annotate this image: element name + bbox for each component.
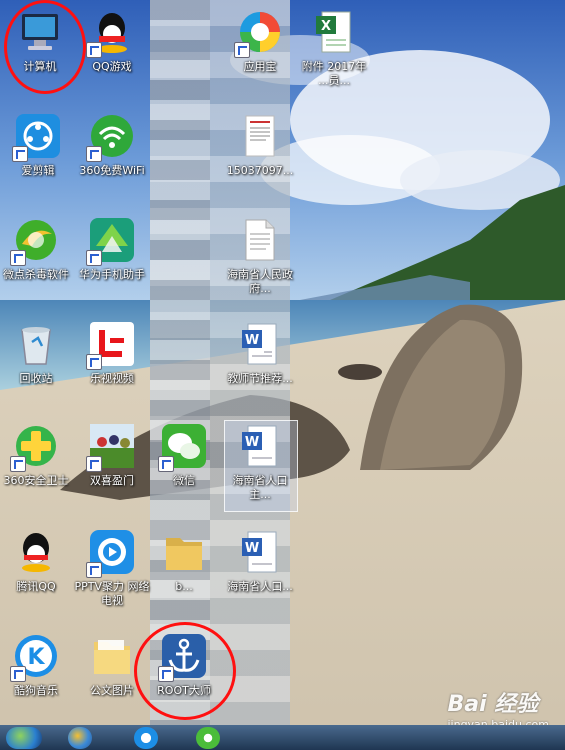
desktop-icon-document[interactable]: 15037097... — [222, 112, 298, 178]
desktop-icon-pptv[interactable]: PPTV聚力 网络电视 — [74, 528, 150, 608]
desktop-icon-label: 酷狗音乐 — [14, 684, 58, 697]
desktop-icon-label: 回收站 — [19, 372, 53, 385]
desktop-icon-antivirus[interactable]: 微点杀毒软件 — [0, 216, 74, 282]
game-icon — [86, 422, 136, 472]
qq-game-icon — [86, 8, 136, 58]
desktop-icon-word-file-3[interactable]: W 海南省人口... — [222, 528, 298, 594]
svg-text:X: X — [321, 19, 331, 34]
desktop-icon-label: 微信 — [173, 474, 195, 487]
word-file-icon: W — [236, 320, 284, 368]
shortcut-arrow-icon — [10, 456, 26, 472]
desktop-icon-excel-file[interactable]: X 附件 2017年 ...员... — [296, 8, 372, 88]
desktop-icon-label: 华为手机助手 — [79, 268, 145, 281]
app-store-icon — [234, 8, 284, 58]
desktop-icon-label: 教师节推荐... — [227, 372, 293, 385]
text-file-icon — [236, 216, 284, 264]
shortcut-arrow-icon — [86, 146, 102, 162]
desktop-icon-app-store[interactable]: 应用宝 — [222, 8, 298, 74]
desktop-icon-wechat[interactable]: 微信 — [146, 422, 222, 488]
security-guard-icon — [10, 422, 60, 472]
shortcut-arrow-icon — [10, 666, 26, 682]
desktop-icon-label: QQ游戏 — [92, 60, 132, 73]
phone-assistant-icon — [86, 216, 136, 266]
svg-text:W: W — [245, 435, 259, 450]
svg-text:K: K — [27, 645, 45, 670]
desktop-icon-label: 海南省人民政府... — [227, 268, 293, 295]
svg-text:W: W — [245, 333, 259, 348]
antivirus-icon — [10, 216, 60, 266]
desktop-icon-label: 腾讯QQ — [16, 580, 56, 593]
shortcut-arrow-icon — [86, 456, 102, 472]
desktop-icon-label: 应用宝 — [243, 60, 277, 73]
shortcut-arrow-icon — [86, 354, 102, 370]
desktop-icon-word-file-1[interactable]: W 教师节推荐... — [222, 320, 298, 386]
shortcut-arrow-icon — [86, 250, 102, 266]
recycle-bin-icon — [12, 320, 60, 368]
video-editor-icon — [12, 112, 62, 162]
taskbar-browser-icon[interactable] — [68, 727, 92, 749]
wechat-icon — [158, 422, 208, 472]
desktop-icon-folder[interactable]: b... — [146, 528, 222, 594]
excel-file-icon: X — [310, 8, 358, 56]
desktop-icon-phone-assistant[interactable]: 华为手机助手 — [74, 216, 150, 282]
pptv-icon — [86, 528, 136, 578]
desktop-icon-label: 爱剪辑 — [21, 164, 55, 177]
desktop-icon-wifi[interactable]: 360免费WiFi — [74, 112, 150, 178]
wifi-icon — [86, 112, 136, 162]
desktop-icon-word-file-2[interactable]: W 海南省人口主... — [222, 422, 298, 502]
annotation-circle-computer — [4, 0, 86, 94]
desktop-icon-label: 附件 2017年 ...员... — [301, 60, 367, 87]
desktop-icon-letv[interactable]: 乐视视频 — [74, 320, 150, 386]
mosaic-blur-region-2 — [150, 0, 210, 725]
desktop-icon-kugou[interactable]: K 酷狗音乐 — [0, 632, 74, 698]
watermark-logo: Bai 经验 — [447, 692, 539, 717]
desktop-icon-label: b... — [175, 580, 193, 593]
shortcut-arrow-icon — [12, 146, 28, 162]
word-file-icon: W — [236, 528, 284, 576]
taskbar-app-icon[interactable] — [196, 727, 220, 749]
desktop-icon-text-file[interactable]: 海南省人民政府... — [222, 216, 298, 296]
desktop-icon-label: 360安全卫士 — [3, 474, 69, 487]
word-file-icon: W — [236, 422, 284, 470]
desktop-icon-label: 360免费WiFi — [79, 164, 145, 177]
shortcut-arrow-icon — [86, 42, 102, 58]
tencent-qq-icon — [12, 528, 60, 576]
annotation-circle-root-master — [134, 622, 236, 720]
desktop-icon-tencent-qq[interactable]: 腾讯QQ — [0, 528, 74, 594]
desktop-icon-label: 乐视视频 — [90, 372, 134, 385]
desktop-icon-security-guard[interactable]: 360安全卫士 — [0, 422, 74, 488]
letv-icon — [86, 320, 136, 370]
folder-icon — [160, 528, 208, 576]
shortcut-arrow-icon — [234, 42, 250, 58]
desktop: 计算机 爱剪辑 微点杀毒软件 回收站 360安全卫士 腾讯QQ K 酷狗音乐 Q… — [0, 0, 565, 725]
desktop-icon-label: 微点杀毒软件 — [3, 268, 69, 281]
shortcut-arrow-icon — [10, 250, 26, 266]
desktop-icon-label: 双喜盈门 — [90, 474, 134, 487]
desktop-icon-label: PPTV聚力 网络电视 — [74, 580, 150, 607]
shortcut-arrow-icon — [86, 562, 102, 578]
shortcut-arrow-icon — [158, 456, 174, 472]
start-button[interactable] — [6, 727, 42, 749]
kugou-icon: K — [10, 632, 60, 682]
desktop-icon-label: 海南省人口主... — [232, 474, 288, 501]
desktop-icon-video-editor[interactable]: 爱剪辑 — [0, 112, 76, 178]
svg-text:W: W — [245, 541, 259, 556]
desktop-icon-label: 15037097... — [226, 164, 294, 177]
desktop-icon-recycle-bin[interactable]: 回收站 — [0, 320, 74, 386]
desktop-icon-game[interactable]: 双喜盈门 — [74, 422, 150, 488]
folder-icon — [88, 632, 136, 680]
taskbar-kugou-icon[interactable] — [134, 727, 158, 749]
desktop-icon-label: 海南省人口... — [227, 580, 293, 593]
taskbar — [0, 725, 565, 750]
document-icon — [236, 112, 284, 160]
